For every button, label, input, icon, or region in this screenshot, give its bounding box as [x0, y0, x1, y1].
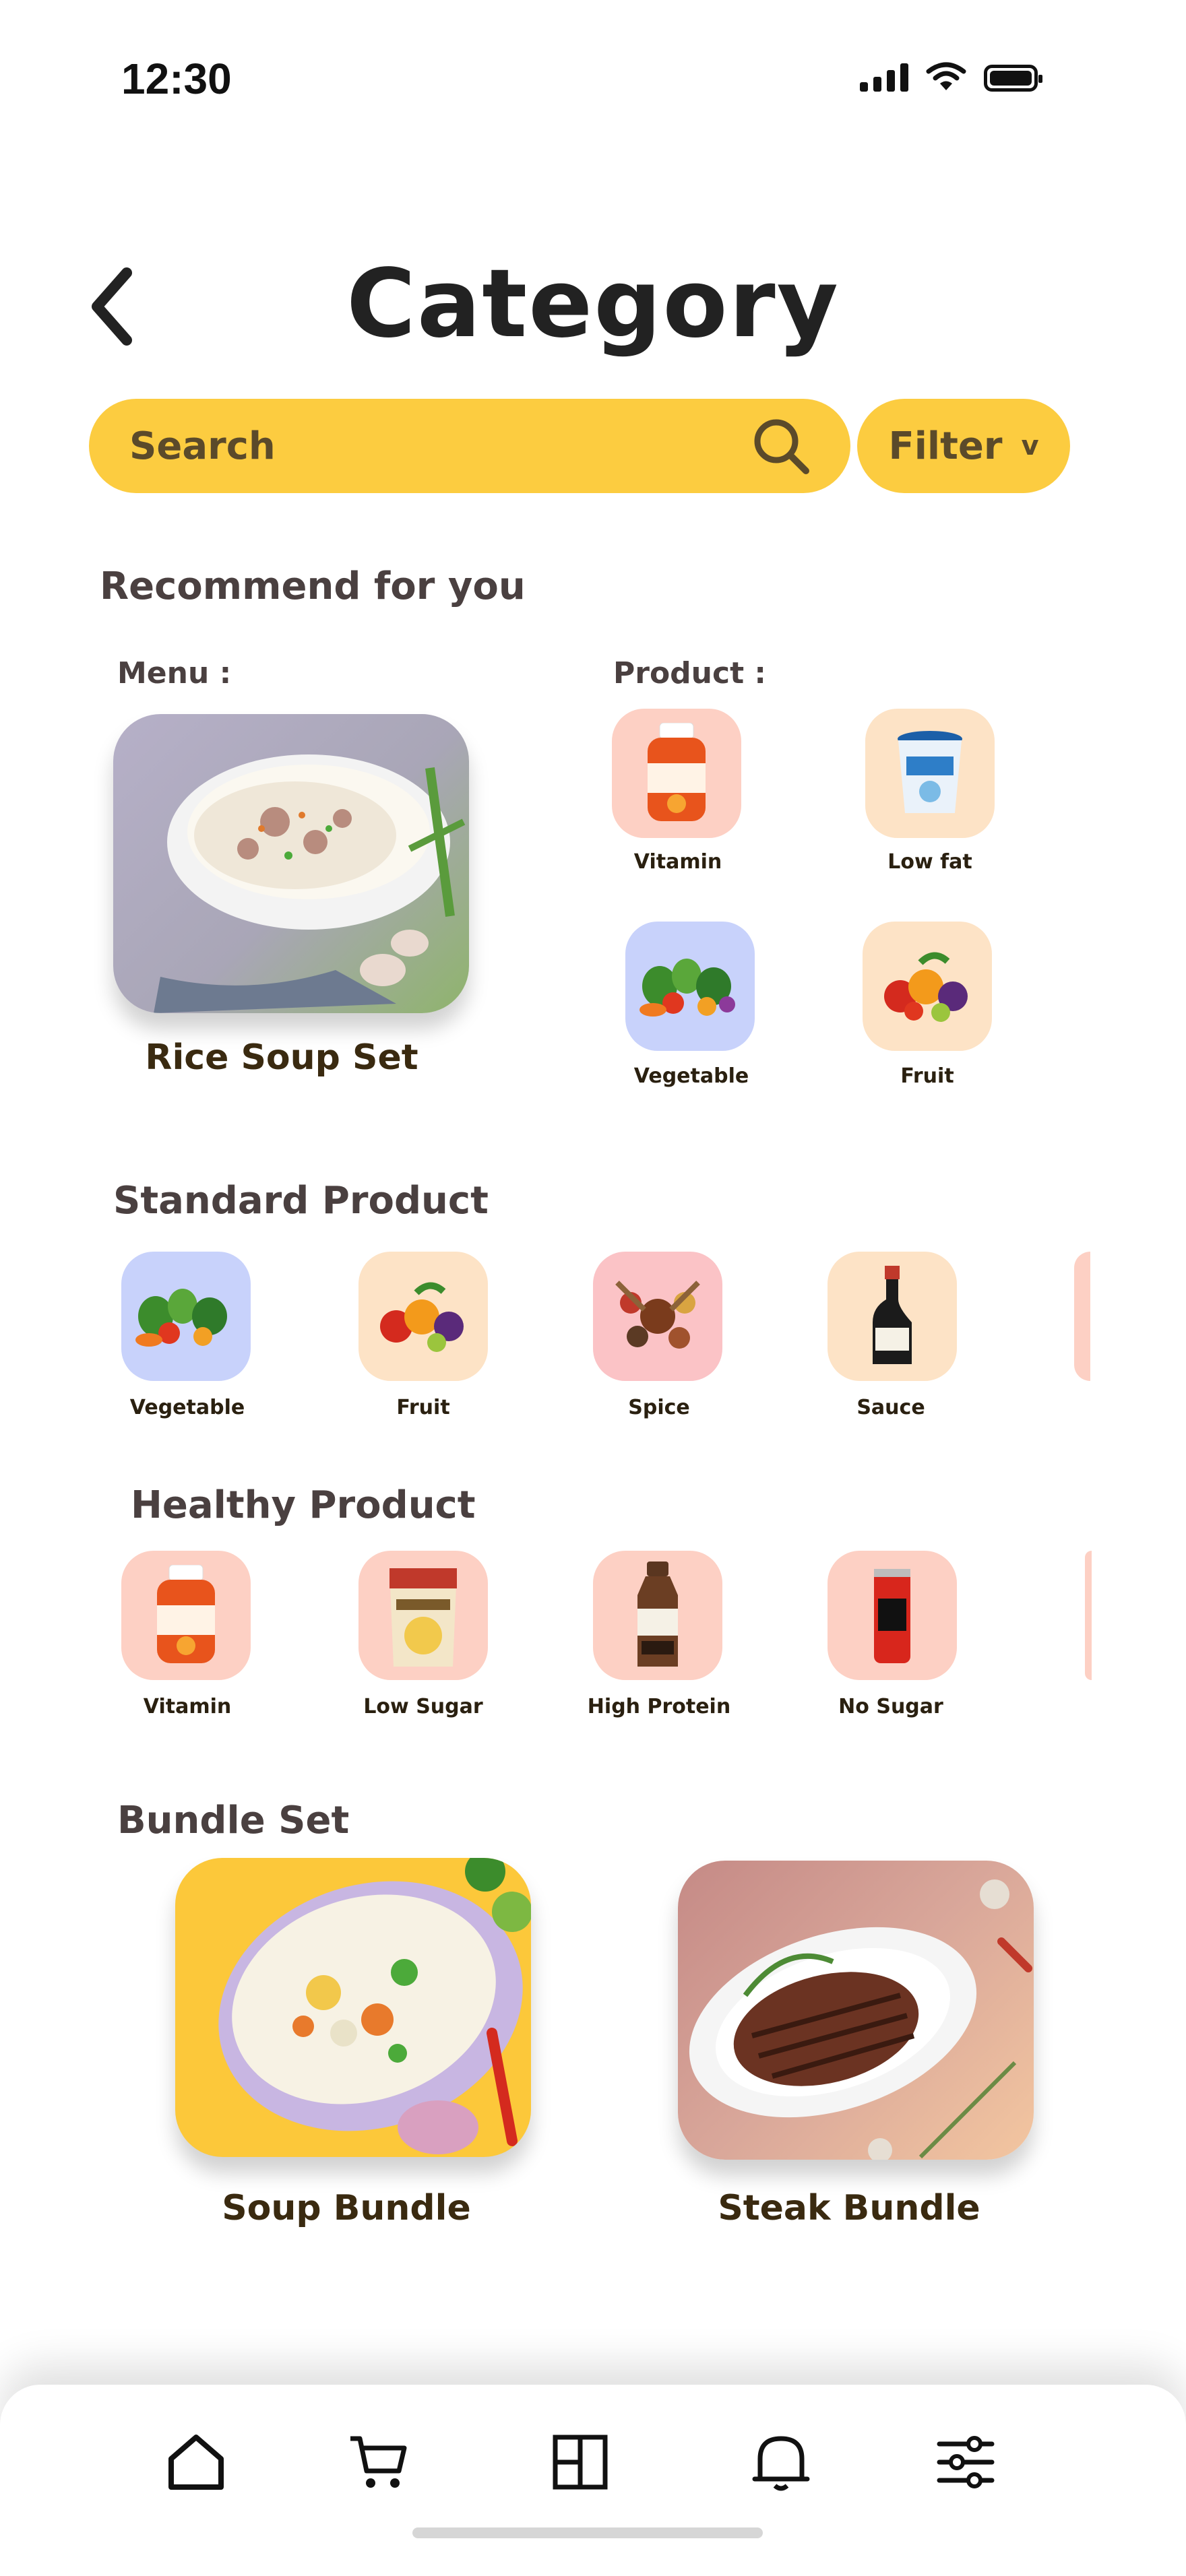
product-fruit-label: Fruit [900, 1064, 954, 1088]
search-icon[interactable] [752, 417, 810, 475]
spice-icon [615, 1281, 700, 1349]
product-low-fat-label: Low fat [887, 850, 972, 874]
standard-fruit-label: Fruit [396, 1396, 450, 1419]
product-vegetable-label: Vegetable [633, 1064, 749, 1088]
product-vitamin[interactable] [612, 709, 741, 838]
rice-soup-label: Rice Soup Set [145, 1037, 418, 1078]
ginger-pack-icon [389, 1568, 457, 1667]
vegetable-icon [639, 959, 735, 1017]
standard-spice-label: Spice [628, 1396, 690, 1419]
steak-bundle-label: Steak Bundle [718, 2188, 980, 2228]
home-indicator[interactable] [412, 2527, 763, 2538]
fruit-icon [884, 952, 968, 1022]
fruit-icon [380, 1282, 464, 1352]
nav-notifications-button[interactable] [744, 2425, 818, 2499]
healthy-vitamin[interactable] [121, 1551, 251, 1680]
standard-title: Standard Product [113, 1179, 489, 1223]
protein-bottle-icon [637, 1561, 678, 1667]
page-title: Category [346, 249, 840, 359]
healthy-high-protein-label: High Protein [587, 1695, 731, 1718]
vitamin-bottle-icon [157, 1565, 215, 1663]
status-icons [860, 62, 1042, 92]
battery-icon [984, 65, 1042, 92]
product-fruit[interactable] [863, 922, 992, 1051]
filter-button[interactable]: Filter v [857, 399, 1070, 493]
yogurt-cup-icon [898, 731, 962, 813]
wifi-icon [926, 62, 966, 90]
healthy-high-protein[interactable] [593, 1551, 722, 1680]
vegetable-icon [135, 1289, 227, 1347]
product-vitamin-label: Vitamin [633, 850, 722, 874]
menu-label: Menu : [117, 656, 232, 690]
vitamin-bottle-icon [648, 723, 706, 821]
product-label: Product : [613, 656, 767, 690]
healthy-no-sugar-label: No Sugar [838, 1695, 943, 1718]
product-low-fat[interactable] [865, 709, 995, 838]
standard-vegetable-label: Vegetable [129, 1396, 245, 1419]
grid-icon [553, 2435, 608, 2490]
healthy-no-sugar[interactable] [828, 1551, 957, 1680]
soda-can-icon [874, 1569, 910, 1663]
standard-more-item[interactable] [1074, 1252, 1090, 1381]
signal-icon [860, 63, 908, 92]
rice-soup-image [154, 754, 466, 1013]
standard-spice[interactable] [593, 1252, 722, 1381]
search-input[interactable]: Search [89, 399, 850, 493]
healthy-vitamin-label: Vitamin [143, 1695, 232, 1718]
sauce-bottle-icon [873, 1266, 912, 1364]
standard-vegetable[interactable] [121, 1252, 251, 1381]
cart-icon [350, 2436, 407, 2488]
search-placeholder: Search [129, 424, 276, 468]
healthy-title: Healthy Product [131, 1483, 476, 1527]
healthy-low-sugar-label: Low Sugar [363, 1695, 483, 1718]
standard-sauce[interactable] [828, 1252, 957, 1381]
soup-bundle-label: Soup Bundle [222, 2188, 471, 2228]
nav-cart-button[interactable] [341, 2425, 415, 2499]
home-icon [168, 2435, 224, 2490]
settings-sliders-icon [937, 2436, 995, 2488]
bell-icon [752, 2436, 810, 2491]
nav-grid-button[interactable] [543, 2425, 617, 2499]
chevron-down-icon: v [1021, 430, 1039, 461]
healthy-more-item[interactable] [1085, 1551, 1092, 1680]
standard-sauce-label: Sauce [856, 1396, 925, 1419]
status-time: 12:30 [121, 55, 232, 103]
healthy-low-sugar[interactable] [358, 1551, 488, 1680]
soup-bundle-image [218, 1858, 531, 2154]
standard-fruit[interactable] [358, 1252, 488, 1381]
nav-settings-button[interactable] [929, 2425, 1003, 2499]
nav-home-button[interactable] [159, 2425, 233, 2499]
bundle-title: Bundle Set [117, 1799, 350, 1842]
filter-label: Filter [888, 424, 1003, 468]
steak-bundle-image [689, 1879, 1032, 2160]
recommend-title: Recommend for you [100, 565, 526, 608]
product-vegetable[interactable] [625, 922, 755, 1051]
steak-bundle-card[interactable] [678, 1861, 1034, 2160]
soup-bundle-card[interactable] [175, 1858, 531, 2157]
rice-soup-card[interactable] [113, 714, 469, 1013]
